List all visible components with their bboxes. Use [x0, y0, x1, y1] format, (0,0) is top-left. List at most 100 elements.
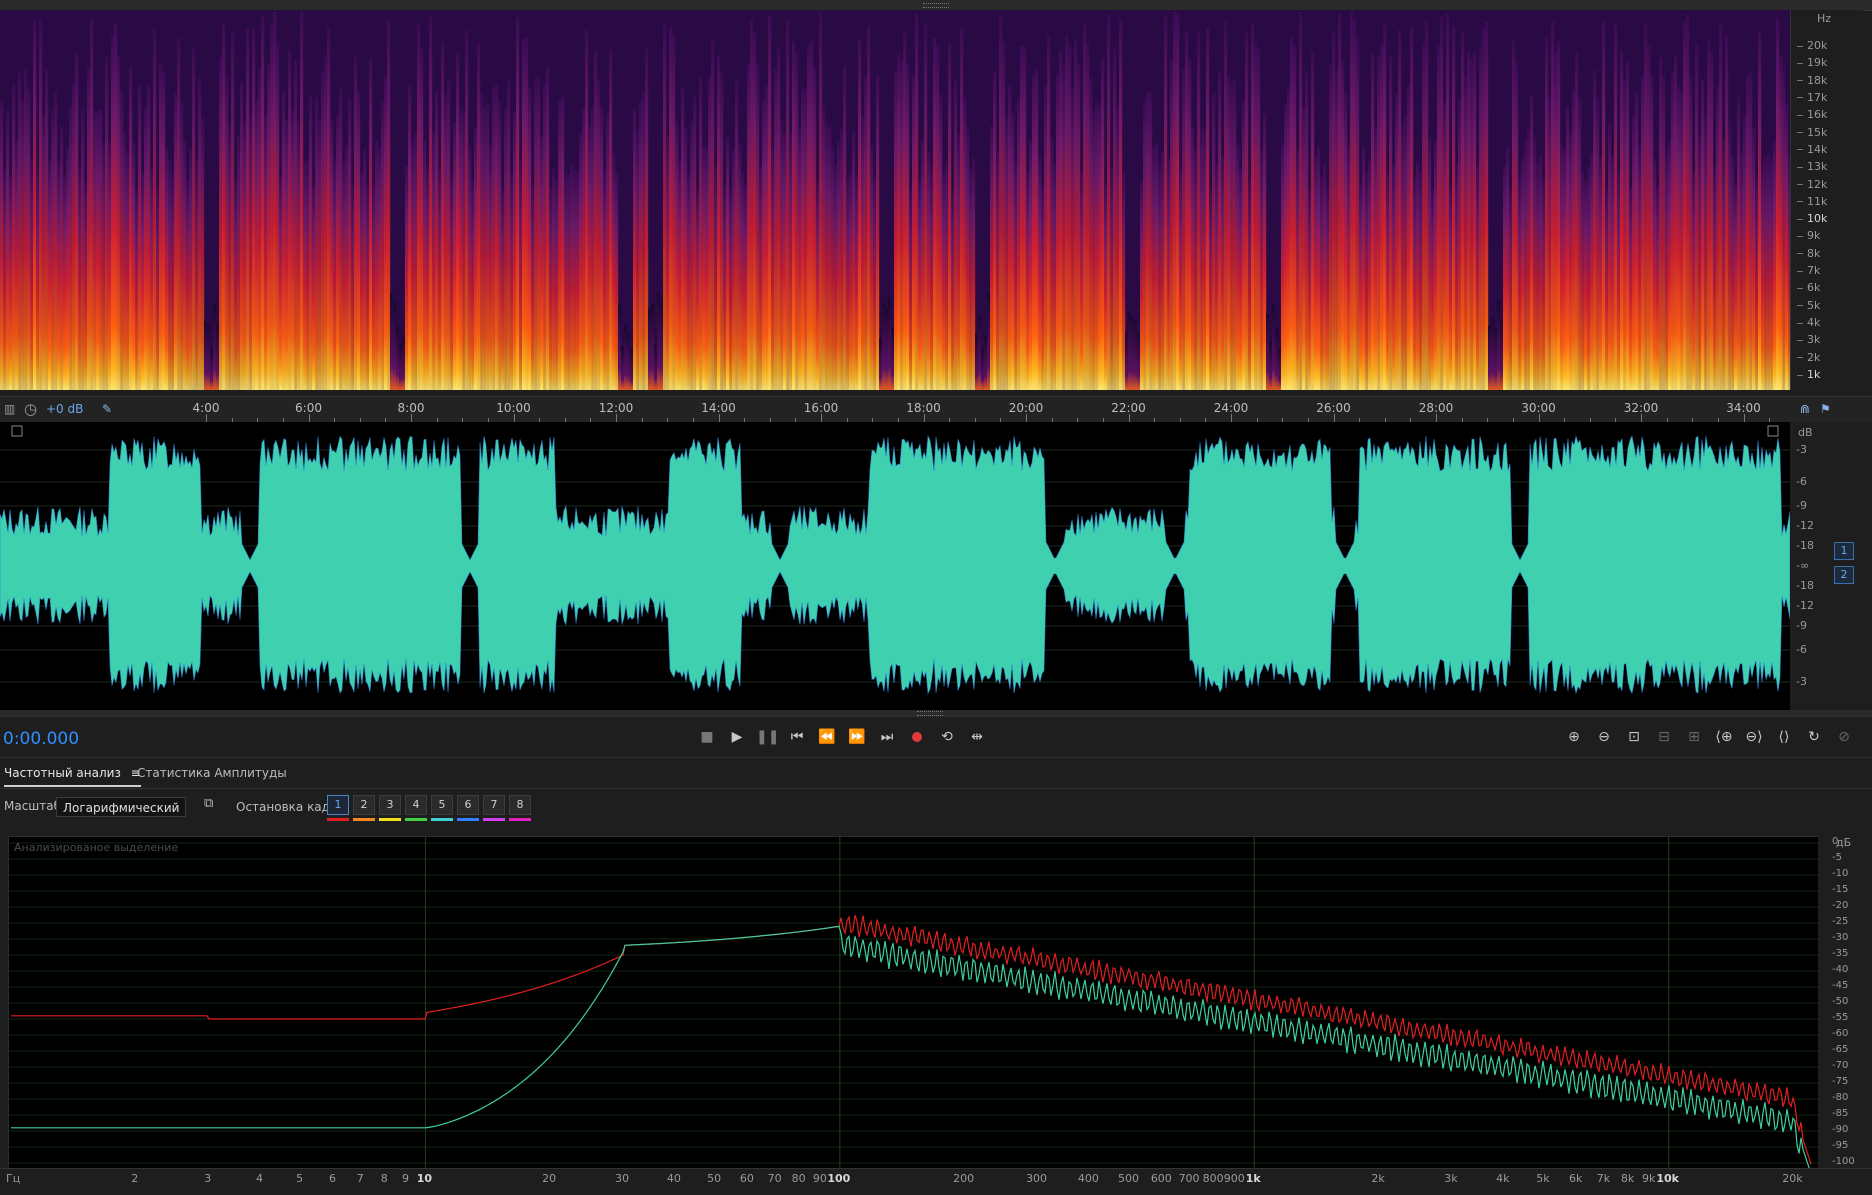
pause-button[interactable]: ❚❚	[756, 727, 779, 747]
spectrogram-column	[1740, 152, 1744, 390]
rewind-button[interactable]: ⏪	[816, 727, 838, 747]
waveform-display[interactable]	[0, 422, 1790, 710]
spectrogram-column	[552, 168, 556, 390]
stop-button[interactable]: ■	[696, 727, 718, 747]
zoom-extra-icon[interactable]: ⊘	[1832, 727, 1856, 747]
freeze-frame-4-button[interactable]: 4	[405, 795, 427, 815]
freq-axis-label: 5k	[1536, 1172, 1550, 1185]
spectrogram-column	[1242, 101, 1246, 390]
freeze-frame-5-button[interactable]: 5	[431, 795, 453, 815]
spectrogram-column	[1566, 105, 1570, 390]
spectrogram-column	[1479, 47, 1483, 390]
zoom-out-full-icon[interactable]: ⊟	[1652, 727, 1676, 747]
zoom-corner-right[interactable]	[1767, 425, 1779, 437]
spectrogram-column	[1665, 150, 1669, 390]
spectrogram-column	[1140, 181, 1144, 390]
spectrogram-column	[1032, 75, 1036, 390]
spectrogram-column	[234, 177, 238, 390]
tab-amplitude-statistics[interactable]: Статистика Амплитуды	[137, 766, 287, 785]
gain-label[interactable]: +0 dB	[46, 402, 83, 416]
freeze-frame-1-button[interactable]: 1	[327, 795, 349, 815]
meter-icon[interactable]: ▥	[4, 402, 15, 416]
time-label: 32:00	[1623, 401, 1659, 415]
zoom-full-time-icon[interactable]: ⟨⟩	[1772, 727, 1796, 747]
spectrogram-column	[630, 349, 634, 390]
freq-axis-label: 70	[767, 1172, 782, 1185]
spectrogram-column	[1284, 103, 1288, 390]
snap-icon[interactable]: ⋒	[1800, 402, 1810, 416]
timecode-display[interactable]: 0:00.000	[3, 729, 79, 749]
fast-forward-button[interactable]: ⏩	[846, 727, 868, 747]
go-to-end-button[interactable]: ⏭	[876, 727, 898, 747]
spectrogram-column	[777, 46, 781, 390]
spectrogram-column	[462, 110, 466, 390]
scale-select[interactable]: Логарифмический ⌄	[56, 797, 186, 817]
spectrogram-column	[480, 92, 484, 390]
spectral-frequency-display[interactable]	[0, 10, 1790, 390]
zoom-time-icon[interactable]: ⊞	[1682, 727, 1706, 747]
spectrogram-column	[1440, 16, 1444, 390]
freeze-frame-2-button[interactable]: 2	[353, 795, 375, 815]
play-button[interactable]: ▶	[726, 727, 748, 747]
freq-db-tick-label: -15	[1832, 884, 1849, 895]
record-button[interactable]	[906, 727, 928, 747]
spectrogram-column	[339, 87, 343, 390]
spectrogram-column	[618, 304, 622, 390]
loop-button[interactable]: ⟲	[936, 727, 958, 747]
marker-icon[interactable]: ⚑	[1820, 402, 1831, 416]
gain-knob-icon[interactable]: ◷	[24, 400, 37, 418]
spectrogram-column	[936, 45, 940, 390]
spectrogram-column	[1260, 148, 1264, 390]
freeze-frame-6-button[interactable]: 6	[457, 795, 479, 815]
skip-selection-button[interactable]: ⇹	[966, 727, 988, 747]
spectrogram-column	[1728, 120, 1732, 390]
tab-frequency-analysis[interactable]: Частотный анализ ≡	[4, 766, 141, 787]
spectrogram-column	[1320, 177, 1324, 390]
freq-axis-label: 1k	[1245, 1172, 1261, 1185]
zoom-reset-icon[interactable]: ↻	[1802, 727, 1826, 747]
channel-2-toggle[interactable]: 2	[1834, 566, 1854, 584]
copy-icon[interactable]: ⧉	[204, 796, 213, 811]
spectrogram-column	[1557, 40, 1561, 390]
spectrogram-column	[621, 345, 625, 390]
db-tick-label: -18	[1796, 539, 1814, 552]
freq-db-tick-label: -55	[1832, 1012, 1849, 1023]
zoom-in-time-icon[interactable]: ⟨⊕	[1712, 727, 1736, 747]
spectrogram-column	[393, 301, 397, 390]
pin-icon[interactable]: ✎	[102, 402, 112, 416]
spectrogram-column	[1641, 74, 1645, 390]
spectrogram-column	[573, 169, 577, 390]
spectrogram-column	[585, 29, 589, 390]
zoom-out-time-icon[interactable]: ⊖⟩	[1742, 727, 1766, 747]
spectrogram-column	[1116, 105, 1120, 390]
spectrogram-column	[540, 136, 544, 390]
zoom-in-amplitude-icon[interactable]: ⊕	[1562, 727, 1586, 747]
spectrogram-column	[477, 43, 481, 390]
spectrogram-column	[867, 26, 871, 390]
zoom-corner-left[interactable]	[11, 425, 23, 437]
channel-1-toggle[interactable]: 1	[1834, 542, 1854, 560]
spectrogram-column	[1689, 73, 1693, 390]
spectrogram-column	[318, 119, 322, 390]
spectrogram-column	[69, 105, 73, 390]
spectrogram-column	[138, 84, 142, 390]
spectrogram-column	[1764, 156, 1768, 390]
freeze-frame-7-button[interactable]: 7	[483, 795, 505, 815]
zoom-selection-icon[interactable]: ⊡	[1622, 727, 1646, 747]
spectrogram-column	[1380, 44, 1384, 390]
timeline-ruler[interactable]: ▥ ◷ +0 dB ✎ 4:00 6:00 8:00 10:00 12:00 14:00 1…	[0, 396, 1822, 424]
spectrogram-column	[63, 175, 67, 390]
spectrogram-column	[522, 38, 526, 390]
db-tick-label: -12	[1796, 519, 1814, 532]
spectrogram-column	[972, 157, 976, 390]
spectrogram-column	[183, 139, 187, 390]
freeze-frame-3-button[interactable]: 3	[379, 795, 401, 815]
go-to-start-button[interactable]: ⏮	[786, 727, 808, 747]
zoom-out-amplitude-icon[interactable]: ⊖	[1592, 727, 1616, 747]
spectrogram-column	[249, 114, 253, 390]
freeze-frame-8-button[interactable]: 8	[509, 795, 531, 815]
hz-tick-label: 19k	[1797, 56, 1827, 69]
frequency-analysis-plot[interactable]	[8, 836, 1820, 1170]
spectrogram-column	[1737, 96, 1741, 390]
spectrogram-column	[252, 28, 256, 390]
